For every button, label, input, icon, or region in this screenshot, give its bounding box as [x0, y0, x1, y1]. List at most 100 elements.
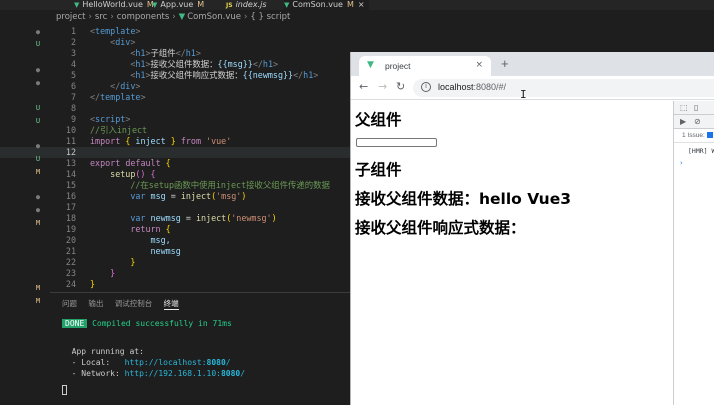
- code-line: <h1>子组件</h1>: [130, 48, 201, 58]
- vue-icon: ▼: [152, 1, 158, 9]
- address-url: localhost:8080/#/: [438, 82, 507, 92]
- scm-modified: M: [35, 219, 41, 227]
- inspect-element-icon[interactable]: ⬚: [680, 103, 688, 112]
- issues-counter[interactable]: 1 Issue:: [674, 129, 714, 143]
- browser-window: ▼ project × + ← → ↻ i localhost:8080/#/ …: [350, 52, 714, 405]
- code-line: </div>: [110, 81, 141, 91]
- scm-untracked: U: [35, 155, 41, 163]
- line-number: 7: [70, 92, 76, 102]
- tab-problems[interactable]: 问题: [62, 299, 77, 308]
- device-toggle-icon[interactable]: ▯: [694, 103, 698, 112]
- forward-arrow-icon[interactable]: →: [378, 80, 387, 93]
- scm-dot: ●: [35, 193, 41, 201]
- reload-icon[interactable]: ↻: [396, 80, 405, 93]
- browser-toolbar: ← → ↻ i localhost:8080/#/: [351, 76, 714, 100]
- chevron-right-icon: ›: [243, 12, 248, 22]
- panel-tabs: 问题 输出 调试控制台 终端: [62, 298, 188, 310]
- tab-app[interactable]: ▼ App.vue M: [152, 0, 204, 10]
- current-line-highlight: [0, 147, 350, 158]
- scm-untracked: U: [35, 104, 41, 112]
- line-number: 9: [70, 114, 76, 124]
- terminal-cursor: [62, 385, 67, 395]
- local-url-link[interactable]: http://localhost:8080/: [125, 358, 231, 367]
- line-number: 14: [65, 169, 76, 179]
- line-number: 20: [65, 235, 76, 245]
- devtools-toolbar: ⬚ ▯: [674, 101, 714, 115]
- clear-console-icon[interactable]: ⊘: [694, 117, 701, 126]
- scm-modified: M: [35, 297, 41, 305]
- parent-text-input[interactable]: [356, 138, 437, 147]
- browser-tab-title: project: [385, 61, 411, 71]
- terminal-line: App running at:: [71, 347, 144, 356]
- code-line: <template>: [90, 26, 141, 36]
- browser-tab-strip: ▼ project × +: [351, 52, 714, 76]
- child-heading: 子组件: [355, 161, 402, 179]
- code-line: <h1>接收父组件数据：{{msg}}</h1>: [130, 59, 279, 69]
- new-tab-button[interactable]: +: [501, 56, 509, 71]
- tab-output[interactable]: 输出: [88, 299, 103, 308]
- code-line: </template>: [90, 92, 146, 102]
- code-line: var msg = inject('msg'): [130, 191, 247, 201]
- console-prompt-icon[interactable]: ›: [680, 159, 683, 167]
- line-number: 10: [65, 125, 76, 135]
- line-number: 11: [65, 136, 76, 146]
- info-icon[interactable]: i: [421, 82, 431, 92]
- done-badge: DONE: [62, 319, 88, 328]
- vue-icon: ▼: [284, 1, 290, 9]
- line-number: 12: [65, 147, 76, 157]
- tab-index-js[interactable]: JS index.js: [226, 0, 267, 10]
- browser-tab[interactable]: ▼ project ×: [359, 56, 491, 76]
- tab-comson[interactable]: ▼ ComSon.vue M ×: [284, 0, 369, 10]
- back-arrow-icon[interactable]: ←: [359, 80, 368, 93]
- scm-dot: ●: [35, 66, 41, 74]
- tab-helloworld[interactable]: ▼ HelloWorld.vue M: [74, 0, 154, 10]
- close-icon[interactable]: ×: [475, 60, 483, 70]
- editor-tab-bar: ▼ HelloWorld.vue M ▼ App.vue M JS index.js ▼ C…: [0, 0, 714, 10]
- breadcrumb-item[interactable]: src: [95, 12, 107, 22]
- chevron-right-icon: ›: [172, 12, 176, 22]
- scm-untracked: U: [35, 117, 41, 125]
- scm-dot: ●: [35, 206, 41, 214]
- line-number: 13: [65, 158, 76, 168]
- line-number: 2: [70, 37, 76, 47]
- breadcrumb-item[interactable]: project: [56, 12, 86, 22]
- tab-debug-console[interactable]: 调试控制台: [115, 299, 153, 308]
- scm-dot: ●: [35, 79, 41, 87]
- line-number: 3: [70, 48, 76, 58]
- code-line: <h1>接收父组件响应式数据：{{newmsg}}</h1>: [130, 70, 319, 80]
- js-icon: JS: [226, 2, 233, 9]
- page-viewport: 父组件 子组件 接收父组件数据：hello Vue3 接收父组件响应式数据：: [351, 101, 673, 405]
- line-number: 23: [65, 268, 76, 278]
- line-number: 1: [70, 26, 76, 36]
- text-cursor-icon: I: [520, 88, 527, 101]
- scm-dot: ●: [35, 28, 41, 36]
- code-line: }: [90, 279, 96, 289]
- breadcrumb-item[interactable]: components: [117, 12, 170, 22]
- line-number: 22: [65, 257, 76, 267]
- code-line: <script>: [90, 114, 131, 124]
- line-number: 6: [70, 81, 76, 91]
- line-number: 18: [65, 213, 76, 223]
- scm-dot: ●: [35, 142, 41, 150]
- line-number: 5: [70, 70, 76, 80]
- line-number: 4: [70, 59, 76, 69]
- scm-modified: M: [35, 284, 41, 292]
- line-number: 17: [65, 202, 76, 212]
- vue-icon: ▼: [178, 12, 186, 22]
- tab-terminal[interactable]: 终端: [163, 299, 179, 310]
- devtools-panel: ⬚ ▯ ▶ ⊘ 1 Issue: [HMR] W ›: [673, 101, 714, 405]
- breadcrumb-item[interactable]: ComSon.vue: [187, 12, 241, 22]
- code-line: newmsg: [150, 246, 181, 256]
- line-number: 15: [65, 180, 76, 190]
- chevron-right-icon: ›: [88, 12, 92, 22]
- sidebar-toggle-icon[interactable]: ▶: [680, 117, 686, 126]
- code-line: setup() {: [110, 169, 156, 179]
- network-url-link[interactable]: http://192.168.1.10:8080/: [125, 369, 245, 378]
- code-line: }: [110, 268, 116, 278]
- breadcrumb-item[interactable]: script: [267, 12, 291, 22]
- address-bar[interactable]: i localhost:8080/#/: [413, 79, 714, 97]
- breadcrumb: project › src › components › ▼ ComSon.vue ›{ } s…: [56, 12, 290, 22]
- terminal-line: - Local: http://localhost:8080/: [71, 358, 231, 367]
- close-icon[interactable]: ×: [358, 0, 365, 9]
- console-log-line: [HMR] W: [688, 147, 714, 155]
